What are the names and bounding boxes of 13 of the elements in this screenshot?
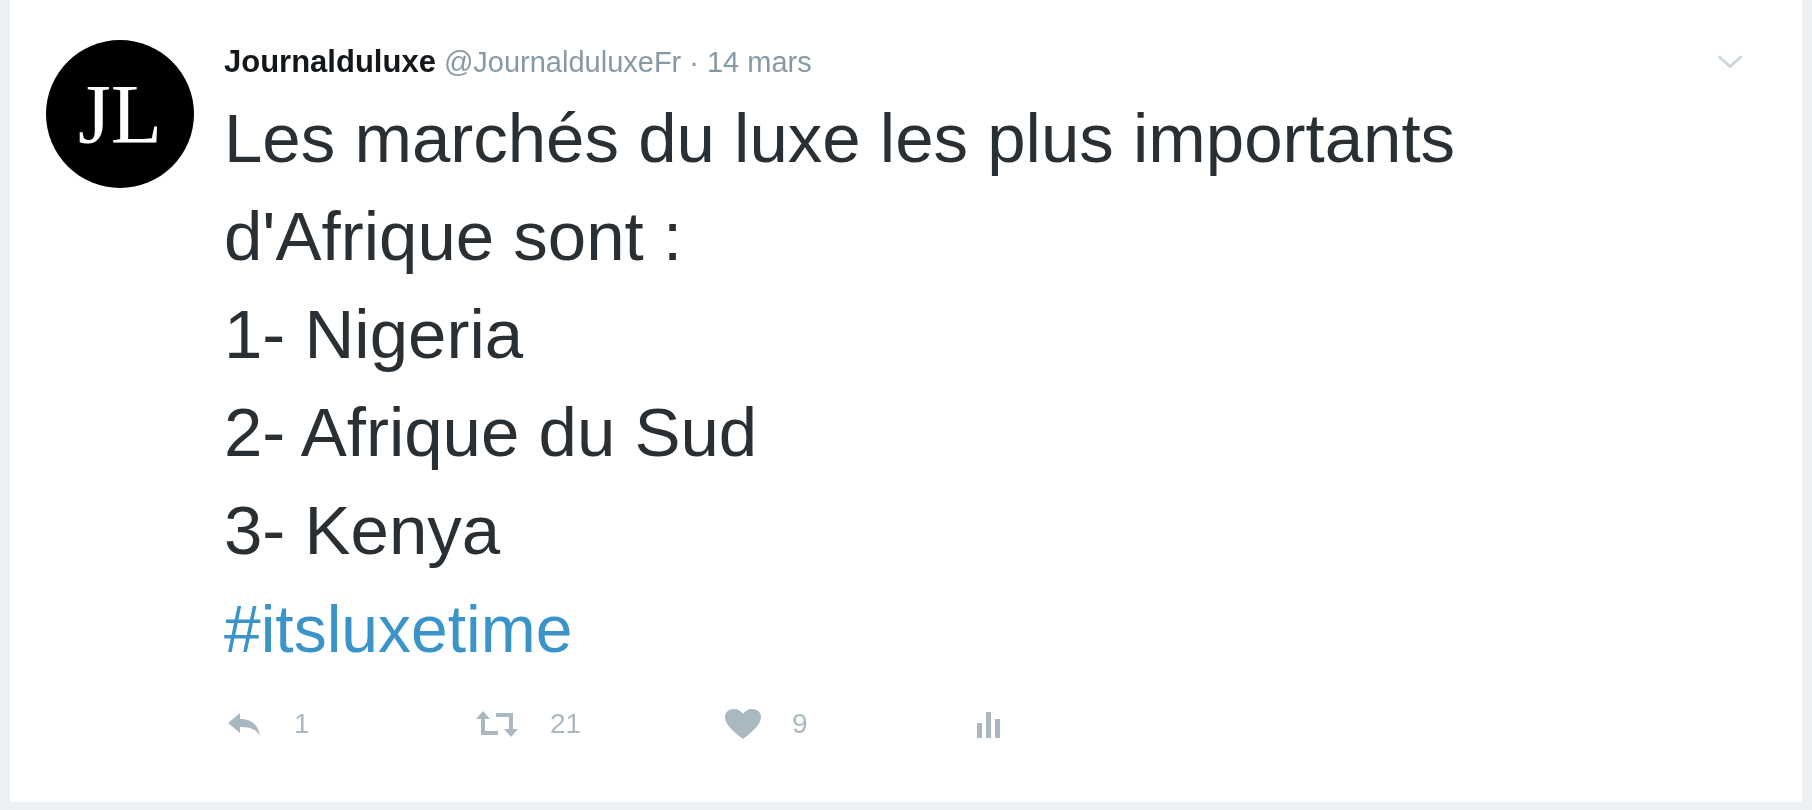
author-handle[interactable]: @JournalduluxeFr [443, 45, 682, 79]
separator: · [689, 45, 699, 79]
hashtag-link[interactable]: #itsluxetime [224, 580, 573, 678]
avatar[interactable]: JL [46, 40, 194, 188]
action-count: 1 [294, 708, 310, 740]
retweet-icon[interactable] [474, 709, 520, 739]
action-count: 9 [792, 708, 808, 740]
tweet-date[interactable]: 14 mars [706, 45, 812, 79]
chevron-down-icon[interactable] [1716, 54, 1744, 70]
heart-icon[interactable] [724, 708, 762, 740]
action-count: 21 [550, 708, 582, 740]
tweet-text: Les marchés du luxe les plus importants d'Afrique sont : 1- Nigeria 2- Afrique du Sud 3- Kenya [224, 99, 1457, 571]
author-name[interactable]: Journalduluxe [224, 44, 436, 80]
